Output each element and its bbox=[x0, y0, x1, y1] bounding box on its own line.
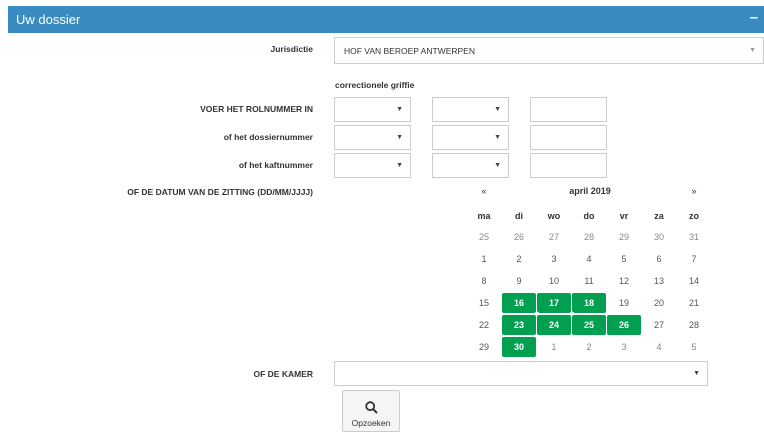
calendar-day[interactable]: 27 bbox=[537, 227, 571, 247]
calendar-day[interactable]: 29 bbox=[467, 337, 501, 357]
chevron-down-icon: ▼ bbox=[749, 47, 756, 54]
calendar-day[interactable]: 19 bbox=[607, 293, 641, 313]
collapse-button[interactable]: – bbox=[750, 9, 758, 26]
calendar-weekday-ma: ma bbox=[477, 211, 491, 221]
calendar-day[interactable]: 4 bbox=[642, 337, 676, 357]
search-button-label: Opzoeken bbox=[351, 418, 391, 428]
calendar-day[interactable]: 28 bbox=[572, 227, 606, 247]
calendar-day[interactable]: 7 bbox=[677, 249, 711, 269]
calendar-day[interactable]: 3 bbox=[607, 337, 641, 357]
calendar-event-marker-icon: + bbox=[570, 310, 575, 317]
jurisdiction-label: Jurisdictie bbox=[270, 44, 313, 54]
calendar-day[interactable]: 11 bbox=[572, 271, 606, 291]
jurisdiction-select[interactable]: HOF VAN BEROEP ANTWERPEN ▼ bbox=[334, 37, 764, 64]
kaftnummer-label: of het kaftnummer bbox=[238, 160, 313, 170]
calendar-weekday-wo: wo bbox=[547, 211, 561, 221]
calendar-day[interactable]: 21 bbox=[677, 293, 711, 313]
calendar-day[interactable]: 4 bbox=[572, 249, 606, 269]
chevron-down-icon: ▼ bbox=[494, 162, 501, 169]
date-label: OF DE DATUM VAN DE ZITTING (DD/MM/JJJJ) bbox=[127, 187, 313, 197]
calendar-day[interactable]: 5 bbox=[607, 249, 641, 269]
calendar-day[interactable]: 1 bbox=[537, 337, 571, 357]
calendar-day[interactable]: 5 bbox=[677, 337, 711, 357]
calendar-day[interactable]: 8 bbox=[467, 271, 501, 291]
panel-header: Uw dossier – bbox=[8, 6, 764, 33]
calendar-weekday-vr: vr bbox=[619, 211, 629, 221]
kamer-select[interactable]: ▼ bbox=[334, 361, 708, 386]
chevron-down-icon: ▼ bbox=[494, 106, 501, 113]
rolnummer-label: VOER HET ROLNUMMER IN bbox=[200, 104, 313, 114]
dossiernummer-label: of het dossiernummer bbox=[223, 132, 313, 142]
calendar-month-title[interactable]: april 2019 bbox=[540, 186, 640, 196]
calendar-day[interactable]: 15 bbox=[467, 293, 501, 313]
calendar-day[interactable]: 18 bbox=[572, 293, 606, 313]
calendar-day[interactable]: 6 bbox=[642, 249, 676, 269]
calendar-day[interactable]: 2 bbox=[502, 249, 536, 269]
calendar-event-marker-icon: + bbox=[535, 310, 540, 317]
calendar-day[interactable]: 20 bbox=[642, 293, 676, 313]
jurisdiction-value: HOF VAN BEROEP ANTWERPEN bbox=[344, 46, 475, 56]
calendar-prev-button[interactable]: « bbox=[467, 181, 501, 201]
calendar-day[interactable]: 3 bbox=[537, 249, 571, 269]
panel-title: Uw dossier bbox=[16, 12, 81, 27]
calendar-day[interactable]: 12 bbox=[607, 271, 641, 291]
calendar-day[interactable]: 16 bbox=[502, 293, 536, 313]
rolnummer-select-2[interactable]: ▼ bbox=[432, 97, 509, 122]
calendar-weekday-zo: zo bbox=[689, 211, 699, 221]
chevron-down-icon: ▼ bbox=[396, 162, 403, 169]
calendar-day[interactable]: 24 bbox=[537, 315, 571, 335]
calendar-day[interactable]: 22 bbox=[467, 315, 501, 335]
calendar-day[interactable]: 14 bbox=[677, 271, 711, 291]
search-icon bbox=[365, 401, 378, 414]
calendar-day[interactable]: 9 bbox=[502, 271, 536, 291]
calendar-weekday-za: za bbox=[654, 211, 664, 221]
calendar-day[interactable]: 26 bbox=[502, 227, 536, 247]
dossiernummer-select-2[interactable]: ▼ bbox=[432, 125, 509, 150]
calendar-next-button[interactable]: » bbox=[677, 181, 711, 201]
chevron-down-icon: ▼ bbox=[494, 134, 501, 141]
calendar-weekday-do: do bbox=[583, 211, 595, 221]
calendar-day[interactable]: 27 bbox=[642, 315, 676, 335]
chevron-down-icon: ▼ bbox=[693, 370, 700, 377]
calendar-day[interactable]: 31 bbox=[677, 227, 711, 247]
calendar-day[interactable]: 17 bbox=[537, 293, 571, 313]
kaftnummer-input[interactable] bbox=[530, 153, 607, 178]
kaftnummer-select-2[interactable]: ▼ bbox=[432, 153, 509, 178]
calendar-day[interactable]: 10 bbox=[537, 271, 571, 291]
calendar-day[interactable]: 2 bbox=[572, 337, 606, 357]
calendar-day[interactable]: 30 bbox=[502, 337, 536, 357]
search-button[interactable]: Opzoeken bbox=[342, 390, 400, 432]
registry-label: correctionele griffie bbox=[335, 80, 415, 90]
calendar-day[interactable]: 1 bbox=[467, 249, 501, 269]
calendar-day[interactable]: 25 bbox=[467, 227, 501, 247]
calendar-day[interactable]: 29 bbox=[607, 227, 641, 247]
calendar-day[interactable]: 30 bbox=[642, 227, 676, 247]
calendar-weekday-di: di bbox=[515, 211, 523, 221]
dossiernummer-select-1[interactable]: ▼ bbox=[334, 125, 411, 150]
calendar-day[interactable]: 28 bbox=[677, 315, 711, 335]
rolnummer-input[interactable] bbox=[530, 97, 607, 122]
calendar-day[interactable]: 25 bbox=[572, 315, 606, 335]
kamer-label: OF DE KAMER bbox=[253, 369, 314, 379]
calendar-day[interactable]: 26 bbox=[607, 315, 641, 335]
calendar-day[interactable]: 23 bbox=[502, 315, 536, 335]
dossiernummer-input[interactable] bbox=[530, 125, 607, 150]
chevron-down-icon: ▼ bbox=[396, 134, 403, 141]
calendar-day[interactable]: 13 bbox=[642, 271, 676, 291]
rolnummer-select-1[interactable]: ▼ bbox=[334, 97, 411, 122]
kaftnummer-select-1[interactable]: ▼ bbox=[334, 153, 411, 178]
chevron-down-icon: ▼ bbox=[396, 106, 403, 113]
